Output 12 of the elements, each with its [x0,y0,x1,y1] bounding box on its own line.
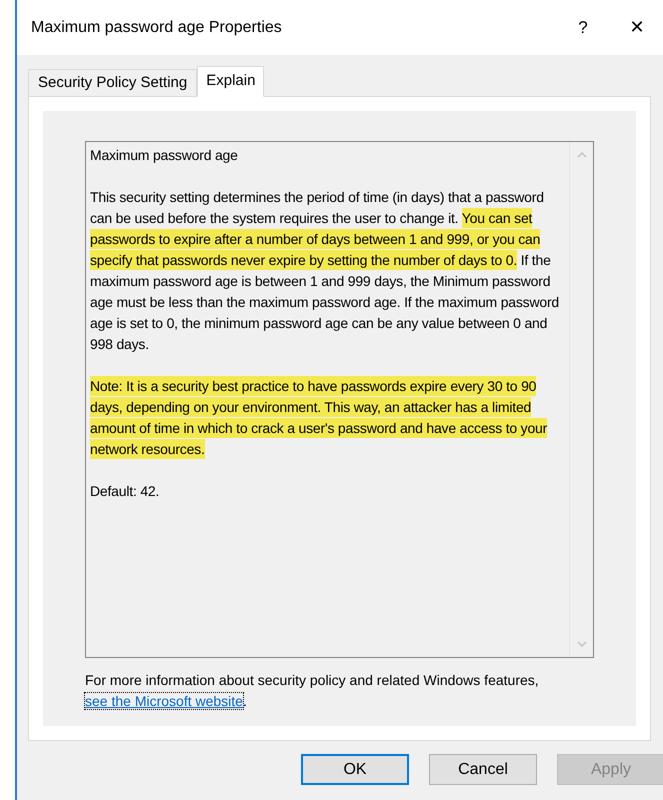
help-button[interactable]: ? [563,8,603,48]
more-info-text: For more information about security policy and related Windows features, see the Microsoft website. [85,671,540,711]
microsoft-website-link[interactable]: see the Microsoft website [85,693,243,709]
tab[interactable]: Security Policy Setting [28,69,198,96]
explain-paragraph: Note: It is a security best practice to have passwords expire every 30 to 90 days, depending on your environment. This way, an attacker has a limited amount of time in which to crack a user's password and have access to your network resources. [90,376,548,460]
window-title: Maximum password age Properties [31,18,282,38]
explain-heading: Maximum password age [90,146,239,165]
dialog-button[interactable]: OK [301,754,409,785]
tab[interactable]: Explain [197,66,264,97]
dialog-button[interactable]: Cancel [429,754,537,785]
explain-paragraph: Default: 42. [90,482,160,501]
close-button[interactable]: ✕ [617,8,657,48]
